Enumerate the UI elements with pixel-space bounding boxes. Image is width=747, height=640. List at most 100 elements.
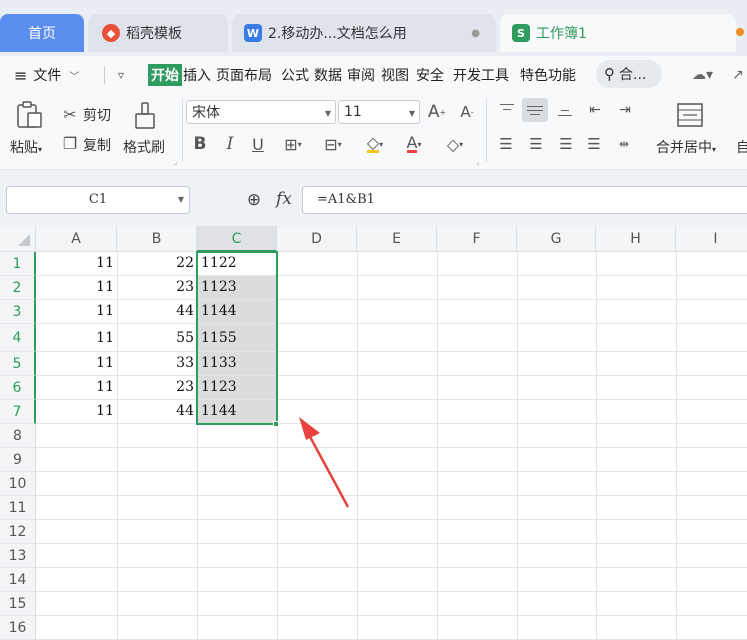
row-header-1[interactable]: 1 — [0, 252, 36, 276]
cut-button[interactable]: 剪切 — [83, 105, 111, 125]
menu-view[interactable]: 视图 — [381, 64, 409, 86]
cell-b5[interactable]: 33 — [117, 355, 197, 371]
format-painter-button[interactable]: 格式刷 — [123, 137, 165, 157]
name-box[interactable]: C1 ▼ — [6, 186, 190, 214]
borders-icon[interactable]: ⊞ ▾ — [278, 132, 308, 156]
select-all-corner[interactable] — [0, 226, 36, 252]
align-bottom-icon[interactable] — [556, 102, 574, 118]
row-header-7[interactable]: 7 — [0, 400, 36, 424]
scissors-icon: ✂ — [63, 104, 77, 124]
underline-button[interactable]: U — [248, 132, 268, 156]
paste-button[interactable] — [14, 100, 44, 130]
menu-security[interactable]: 安全 — [416, 64, 444, 86]
tab-home[interactable]: 首页 — [0, 14, 84, 52]
decrease-indent-icon[interactable]: ⇤ — [584, 100, 606, 120]
share-icon[interactable]: ↗ — [732, 64, 744, 86]
row-header-10[interactable]: 10 — [0, 472, 36, 496]
fill-handle[interactable] — [273, 421, 279, 427]
clipboard-group-launcher-icon[interactable]: ⌟ — [174, 158, 177, 166]
align-right-icon[interactable]: ☰ — [556, 134, 576, 154]
justify-icon[interactable]: ☰ — [584, 134, 604, 154]
row-header-15[interactable]: 15 — [0, 592, 36, 616]
file-menu[interactable]: ≡ 文件 ﹀ — [14, 64, 79, 86]
bold-button[interactable]: B — [190, 132, 210, 156]
column-header-b[interactable]: B — [117, 226, 197, 252]
fill-color-icon[interactable]: ◇ ▾ — [358, 132, 392, 156]
cell-a2[interactable]: 11 — [36, 279, 117, 295]
row-header-12[interactable]: 12 — [0, 520, 36, 544]
align-center-icon[interactable]: ☰ — [526, 134, 546, 154]
column-header-f[interactable]: F — [437, 226, 517, 252]
tab-workbook[interactable]: S 工作簿1 — [500, 14, 736, 52]
row-header-14[interactable]: 14 — [0, 568, 36, 592]
tab-document[interactable]: W 2.移动办...文档怎么用 ● — [232, 14, 496, 52]
column-header-e[interactable]: E — [357, 226, 437, 252]
eraser-icon[interactable]: ◇ ▾ — [438, 132, 472, 156]
cell-a4[interactable]: 11 — [36, 330, 117, 346]
row-header-8[interactable]: 8 — [0, 424, 36, 448]
font-color-button[interactable]: A ▾ — [398, 132, 430, 156]
tab-template[interactable]: ◆ 稻壳模板 — [88, 14, 228, 52]
row-header-5[interactable]: 5 — [0, 352, 36, 376]
menu-page-layout[interactable]: 页面布局 — [216, 64, 272, 86]
search-box[interactable]: ⚲ 合... — [596, 60, 662, 88]
menu-home[interactable]: 开始 — [148, 64, 182, 86]
cell-b7[interactable]: 44 — [117, 403, 197, 419]
menu-formulas[interactable]: 公式 — [281, 64, 309, 86]
cell-b4[interactable]: 55 — [117, 330, 197, 346]
align-top-icon[interactable] — [498, 102, 516, 118]
cell-b2[interactable]: 23 — [117, 279, 197, 295]
column-header-i[interactable]: I — [676, 226, 747, 252]
function-icon[interactable]: fx — [272, 186, 296, 212]
menu-review[interactable]: 审阅 — [347, 64, 375, 86]
menu-data[interactable]: 数据 — [314, 64, 342, 86]
column-header-d[interactable]: D — [277, 226, 357, 252]
column-header-g[interactable]: G — [517, 226, 596, 252]
increase-font-icon[interactable]: A + — [426, 100, 448, 124]
font-size-value: 11 — [344, 104, 362, 120]
row-header-6[interactable]: 6 — [0, 376, 36, 400]
cell-a7[interactable]: 11 — [36, 403, 117, 419]
font-group-launcher-icon[interactable]: ⌟ — [476, 158, 479, 166]
align-left-icon[interactable]: ☰ — [496, 134, 516, 154]
auto-wrap-button[interactable]: 自 — [736, 137, 747, 157]
row-header-9[interactable]: 9 — [0, 448, 36, 472]
decrease-font-icon[interactable]: A- — [456, 100, 478, 124]
column-header-h[interactable]: H — [596, 226, 676, 252]
zoom-formula-icon[interactable]: ⊕ — [242, 188, 266, 212]
cell-a3[interactable]: 11 — [36, 303, 117, 319]
row-header-13[interactable]: 13 — [0, 544, 36, 568]
fill-style-icon[interactable]: ⊟ ▾ — [316, 132, 350, 156]
cloud-sync-icon[interactable]: ☁▾ — [692, 64, 713, 86]
menu-special[interactable]: 特色功能 — [520, 64, 576, 86]
row-header-11[interactable]: 11 — [0, 496, 36, 520]
font-size-select[interactable]: 11 ▼ — [338, 100, 420, 124]
column-header-a[interactable]: A — [36, 226, 117, 252]
quick-access-dropdown-icon[interactable]: ▿ — [118, 64, 124, 86]
tab-close-dot-icon[interactable]: ● — [471, 28, 480, 39]
spreadsheet-grid[interactable]: A B C D E F G H I 1 11 22 1122 2 11 23 1… — [0, 226, 747, 640]
row-header-3[interactable]: 3 — [0, 300, 36, 324]
cell-b1[interactable]: 22 — [117, 255, 197, 271]
ribbon-divider — [486, 98, 487, 162]
row-header-2[interactable]: 2 — [0, 276, 36, 300]
cell-b6[interactable]: 23 — [117, 379, 197, 395]
row-header-4[interactable]: 4 — [0, 324, 36, 352]
row-header-16[interactable]: 16 — [0, 616, 36, 640]
paste-label[interactable]: 粘贴▾ — [10, 137, 42, 157]
copy-button[interactable]: 复制 — [83, 135, 111, 155]
font-name-select[interactable]: 宋体 ▼ — [186, 100, 336, 124]
distributed-align-icon[interactable]: ⇹ — [612, 134, 636, 154]
align-middle-icon[interactable] — [522, 98, 548, 122]
increase-indent-icon[interactable]: ⇥ — [614, 100, 636, 120]
merge-center-button[interactable]: 合并居中▾ — [656, 137, 716, 157]
italic-button[interactable]: I — [220, 132, 240, 156]
column-header-c[interactable]: C — [197, 226, 277, 252]
cell-a6[interactable]: 11 — [36, 379, 117, 395]
menu-insert[interactable]: 插入 — [183, 64, 211, 86]
menu-developer[interactable]: 开发工具 — [453, 64, 509, 86]
formula-input[interactable]: =A1&B1 — [302, 186, 747, 214]
cell-b3[interactable]: 44 — [117, 303, 197, 319]
cell-a5[interactable]: 11 — [36, 355, 117, 371]
cell-a1[interactable]: 11 — [36, 255, 117, 271]
